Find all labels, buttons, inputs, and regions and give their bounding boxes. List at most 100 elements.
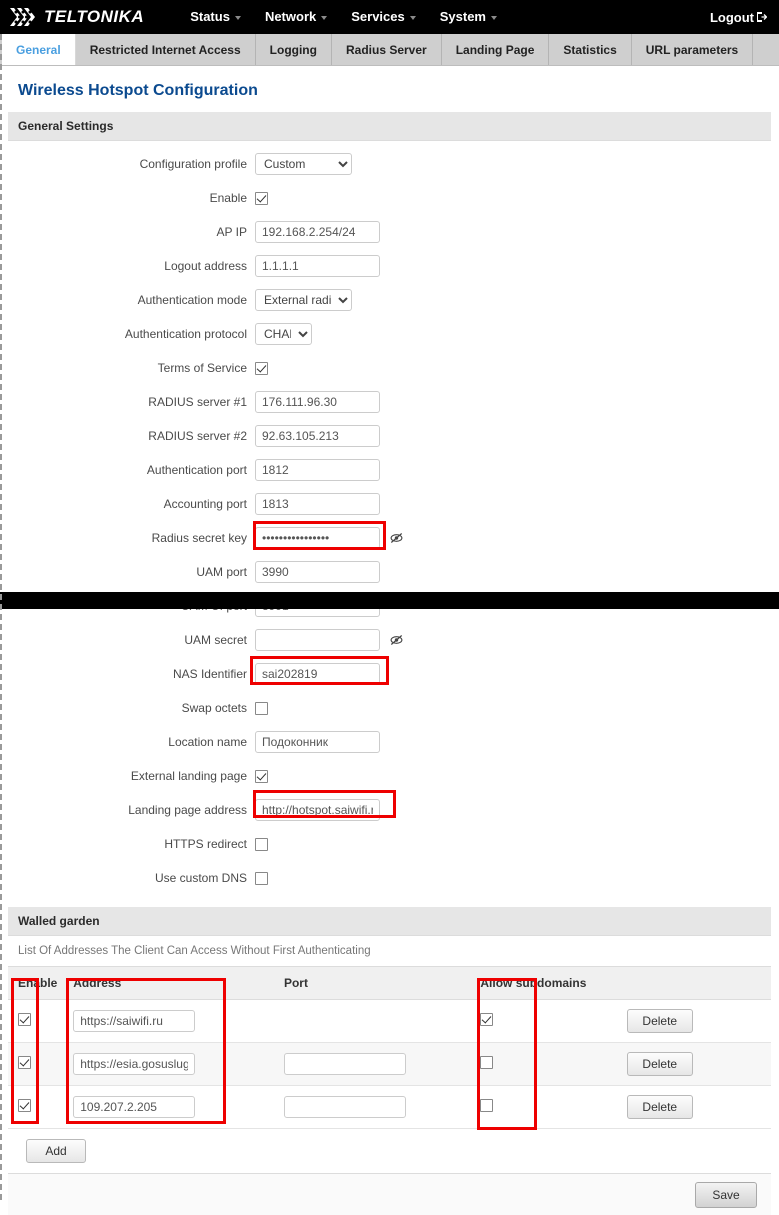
- row-location-name: Location name: [8, 725, 771, 759]
- row-address-input[interactable]: [73, 1096, 196, 1118]
- tab-label: Restricted Internet Access: [89, 42, 241, 57]
- https-redirect-checkbox[interactable]: [255, 837, 268, 851]
- column-header-enable: Enable: [8, 966, 74, 1000]
- label-terms-of-service: Terms of Service: [157, 361, 247, 375]
- nas-identifier-input[interactable]: [255, 663, 380, 685]
- teltonika-chevron-icon: [10, 8, 35, 26]
- cell-actions: Delete: [626, 1085, 771, 1129]
- chevron-down-icon: [490, 15, 497, 20]
- delete-button[interactable]: Delete: [626, 1009, 693, 1033]
- delete-button[interactable]: Delete: [626, 1095, 693, 1119]
- cell-allow-subdomains: [480, 999, 627, 1043]
- enable-checkbox[interactable]: [255, 191, 268, 205]
- tab-landing-page[interactable]: Landing Page: [441, 34, 550, 65]
- accounting-port-input[interactable]: [255, 493, 380, 515]
- row-https-redirect: HTTPS redirect: [8, 827, 771, 861]
- eye-slash-icon[interactable]: [390, 532, 403, 544]
- configuration-profile-select[interactable]: Custom: [255, 153, 352, 175]
- uam-secret-input[interactable]: [255, 629, 380, 651]
- radius-server-2-input[interactable]: [255, 425, 380, 447]
- row-enable-checkbox[interactable]: [18, 1056, 31, 1069]
- row-authentication-mode: Authentication mode External radius: [8, 283, 771, 317]
- row-configuration-profile: Configuration profile Custom: [8, 147, 771, 181]
- nav-item-status[interactable]: Status: [178, 0, 253, 34]
- row-uam-port: UAM port: [8, 555, 771, 589]
- logout-address-input[interactable]: [255, 255, 380, 277]
- cell-allow-subdomains: [480, 1085, 627, 1129]
- ap-ip-input[interactable]: [255, 221, 380, 243]
- delete-button[interactable]: Delete: [626, 1052, 693, 1076]
- external-landing-page-checkbox[interactable]: [255, 769, 268, 783]
- row-radius-server-2: RADIUS server #2: [8, 419, 771, 453]
- page-title: Wireless Hotspot Configuration: [18, 82, 258, 99]
- tab-radius-server[interactable]: Radius Server: [331, 34, 442, 65]
- tab-logging[interactable]: Logging: [255, 34, 332, 65]
- landing-page-address-input[interactable]: [255, 799, 380, 821]
- row-allow-subdomains-checkbox[interactable]: [480, 1056, 494, 1069]
- label-https-redirect: HTTPS redirect: [164, 837, 247, 851]
- row-enable-checkbox[interactable]: [18, 1099, 31, 1112]
- authentication-port-input[interactable]: [255, 459, 380, 481]
- label-enable: Enable: [209, 191, 247, 205]
- label-radius-secret-key: Radius secret key: [151, 531, 247, 545]
- logout-button[interactable]: Logout: [710, 10, 767, 25]
- table-row: Delete: [8, 999, 771, 1043]
- teltonika-logo: TELTONIKA: [8, 6, 144, 28]
- chevron-down-icon: [321, 15, 328, 20]
- label-uam-secret: UAM secret: [184, 633, 247, 647]
- cell-enable: [8, 999, 74, 1043]
- row-allow-subdomains-checkbox[interactable]: [480, 1099, 494, 1112]
- label-swap-octets: Swap octets: [181, 701, 247, 715]
- tab-general[interactable]: General: [2, 34, 76, 65]
- authentication-protocol-select[interactable]: CHAP: [255, 323, 312, 345]
- nav-item-system[interactable]: System: [428, 0, 509, 34]
- row-port-input[interactable]: [283, 1096, 406, 1118]
- cell-port: [283, 1085, 481, 1129]
- tab-url-parameters[interactable]: URL parameters: [631, 34, 754, 65]
- tab-statistics[interactable]: Statistics: [549, 34, 632, 65]
- row-address-input[interactable]: [73, 1053, 196, 1075]
- column-header-address: Address: [73, 966, 284, 1000]
- label-use-custom-dns: Use custom DNS: [154, 871, 247, 885]
- cell-actions: Delete: [626, 1042, 771, 1086]
- nav-label: Network: [264, 9, 317, 24]
- top-navigation-bar: TELTONIKA Status Network Services System…: [0, 0, 779, 34]
- column-header-allow-subdomains: Allow subdomains: [480, 966, 627, 1000]
- row-landing-page-address: Landing page address: [8, 793, 771, 827]
- swap-octets-checkbox[interactable]: [255, 701, 268, 715]
- chevron-down-icon: [234, 15, 241, 20]
- row-enable: Enable: [8, 181, 771, 215]
- label-landing-page-address: Landing page address: [128, 803, 247, 817]
- row-port-input[interactable]: [283, 1053, 406, 1075]
- add-button[interactable]: Add: [26, 1139, 86, 1163]
- tab-label: Radius Server: [345, 42, 427, 57]
- nav-item-services[interactable]: Services: [339, 0, 428, 34]
- label-authentication-mode: Authentication mode: [137, 293, 247, 307]
- label-radius-server-1: RADIUS server #1: [148, 395, 247, 409]
- table-row: Delete: [8, 1042, 771, 1086]
- save-button[interactable]: Save: [695, 1181, 757, 1208]
- page-content: Wireless Hotspot Configuration General S…: [0, 66, 779, 1215]
- cell-allow-subdomains: [480, 1042, 627, 1086]
- row-external-landing-page: External landing page: [8, 759, 771, 793]
- row-enable-checkbox[interactable]: [18, 1013, 31, 1026]
- authentication-mode-select[interactable]: External radius: [255, 289, 352, 311]
- uam-port-input[interactable]: [255, 561, 380, 583]
- terms-of-service-checkbox[interactable]: [255, 361, 268, 375]
- radius-secret-key-input[interactable]: [255, 527, 380, 549]
- row-allow-subdomains-checkbox[interactable]: [480, 1013, 494, 1026]
- radius-server-1-input[interactable]: [255, 391, 380, 413]
- eye-slash-icon[interactable]: [390, 634, 403, 646]
- row-radius-server-1: RADIUS server #1: [8, 385, 771, 419]
- row-nas-identifier: NAS Identifier: [8, 657, 771, 691]
- location-name-input[interactable]: [255, 731, 380, 753]
- cell-enable: [8, 1042, 74, 1086]
- tab-label: General: [16, 42, 61, 57]
- row-authentication-protocol: Authentication protocol CHAP: [8, 317, 771, 351]
- row-address-input[interactable]: [73, 1010, 196, 1032]
- use-custom-dns-checkbox[interactable]: [255, 871, 268, 885]
- nav-item-network[interactable]: Network: [253, 0, 339, 34]
- chevron-down-icon: [409, 15, 416, 20]
- label-accounting-port: Accounting port: [163, 497, 247, 511]
- tab-restricted-internet-access[interactable]: Restricted Internet Access: [75, 34, 256, 65]
